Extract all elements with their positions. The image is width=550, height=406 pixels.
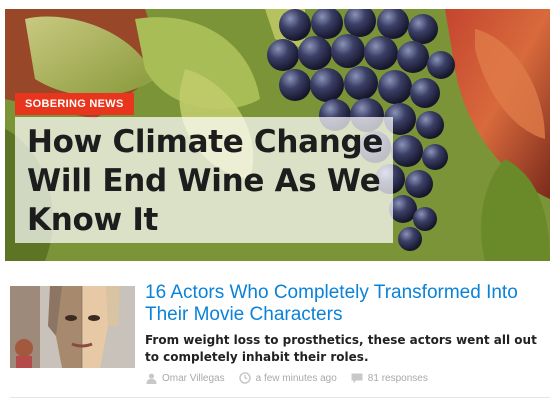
author-meta[interactable]: Omar Villegas — [146, 373, 225, 384]
speech-bubble-icon — [351, 373, 363, 383]
post-time: a few minutes ago — [255, 372, 337, 384]
article-title-link[interactable]: 16 Actors Who Completely Transformed Int… — [145, 282, 545, 326]
article-thumbnail[interactable] — [10, 286, 135, 368]
clock-icon — [238, 372, 251, 384]
hero-featured-story[interactable]: SOBERING NEWS How Climate Change Will En… — [5, 9, 550, 261]
response-count[interactable]: 81 responses — [368, 373, 428, 384]
article-meta: Omar Villegas a few minutes ago 81 respo… — [146, 370, 442, 386]
hero-headline[interactable]: How Climate Change Will End Wine As We K… — [27, 123, 397, 240]
category-badge[interactable]: SOBERING NEWS — [15, 93, 134, 115]
user-icon — [146, 373, 157, 384]
responses-meta[interactable]: 81 responses — [351, 373, 428, 384]
time-meta: a few minutes ago — [238, 372, 337, 384]
article-description: From weight loss to prosthetics, these a… — [145, 333, 537, 364]
actor-face-image — [10, 286, 135, 368]
author-name[interactable]: Omar Villegas — [162, 373, 225, 384]
divider — [10, 397, 550, 398]
